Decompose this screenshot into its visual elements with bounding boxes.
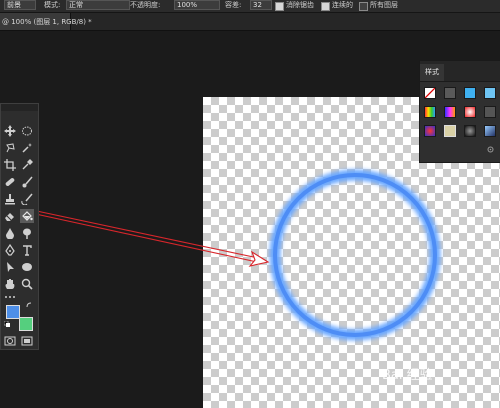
style-none-swatch[interactable] bbox=[424, 87, 436, 99]
style-swatch[interactable] bbox=[444, 125, 456, 137]
history-brush-icon[interactable] bbox=[20, 192, 34, 206]
path-selection-icon[interactable] bbox=[3, 260, 17, 274]
screen-mode-icon[interactable] bbox=[20, 334, 34, 348]
panel-settings-icon[interactable] bbox=[487, 146, 494, 155]
magic-wand-icon[interactable] bbox=[20, 141, 34, 155]
type-tool-icon[interactable] bbox=[20, 243, 34, 257]
eyedropper-icon[interactable] bbox=[20, 158, 34, 172]
brush-tool-icon[interactable] bbox=[20, 175, 34, 189]
eraser-tool-icon[interactable] bbox=[3, 209, 17, 223]
toolbox bbox=[0, 103, 39, 350]
style-swatch[interactable] bbox=[464, 87, 476, 99]
style-swatch[interactable] bbox=[444, 87, 456, 99]
style-swatch[interactable] bbox=[484, 87, 496, 99]
hand-tool-icon[interactable] bbox=[3, 277, 17, 291]
paint-bucket-icon[interactable] bbox=[20, 209, 34, 223]
styles-panel-header: 样式 bbox=[420, 61, 500, 82]
styles-panel-tab[interactable]: 样式 bbox=[420, 64, 444, 81]
style-swatch[interactable] bbox=[484, 106, 496, 118]
marquee-tool-icon[interactable] bbox=[20, 124, 34, 138]
clone-stamp-icon[interactable] bbox=[3, 192, 17, 206]
crop-tool-icon[interactable] bbox=[3, 158, 17, 172]
ellipse-tool-icon[interactable] bbox=[20, 260, 34, 274]
blur-tool-icon[interactable] bbox=[3, 226, 17, 240]
quick-mask-icon[interactable] bbox=[3, 334, 17, 348]
swap-colors-icon[interactable] bbox=[26, 302, 32, 310]
styles-panel: 样式 bbox=[419, 60, 500, 163]
foreground-color-swatch[interactable] bbox=[6, 305, 20, 319]
style-swatch[interactable] bbox=[424, 125, 436, 137]
annotation-arrow bbox=[30, 209, 270, 267]
move-tool-icon[interactable] bbox=[3, 124, 17, 138]
pen-tool-icon[interactable] bbox=[3, 243, 17, 257]
healing-brush-icon[interactable] bbox=[3, 175, 17, 189]
dodge-tool-icon[interactable] bbox=[20, 226, 34, 240]
toolbox-header[interactable] bbox=[1, 104, 38, 111]
style-swatch[interactable] bbox=[464, 125, 476, 137]
style-swatch[interactable] bbox=[424, 106, 436, 118]
watermark-text: Bai 经验 bbox=[382, 368, 433, 383]
style-swatch[interactable] bbox=[484, 125, 496, 137]
lasso-tool-icon[interactable] bbox=[3, 141, 17, 155]
more-tools-icon[interactable] bbox=[3, 293, 17, 301]
style-swatch[interactable] bbox=[444, 106, 456, 118]
zoom-tool-icon[interactable] bbox=[20, 277, 34, 291]
style-swatch[interactable] bbox=[464, 106, 476, 118]
default-colors-icon[interactable] bbox=[3, 320, 10, 329]
background-color-swatch[interactable] bbox=[19, 317, 33, 331]
